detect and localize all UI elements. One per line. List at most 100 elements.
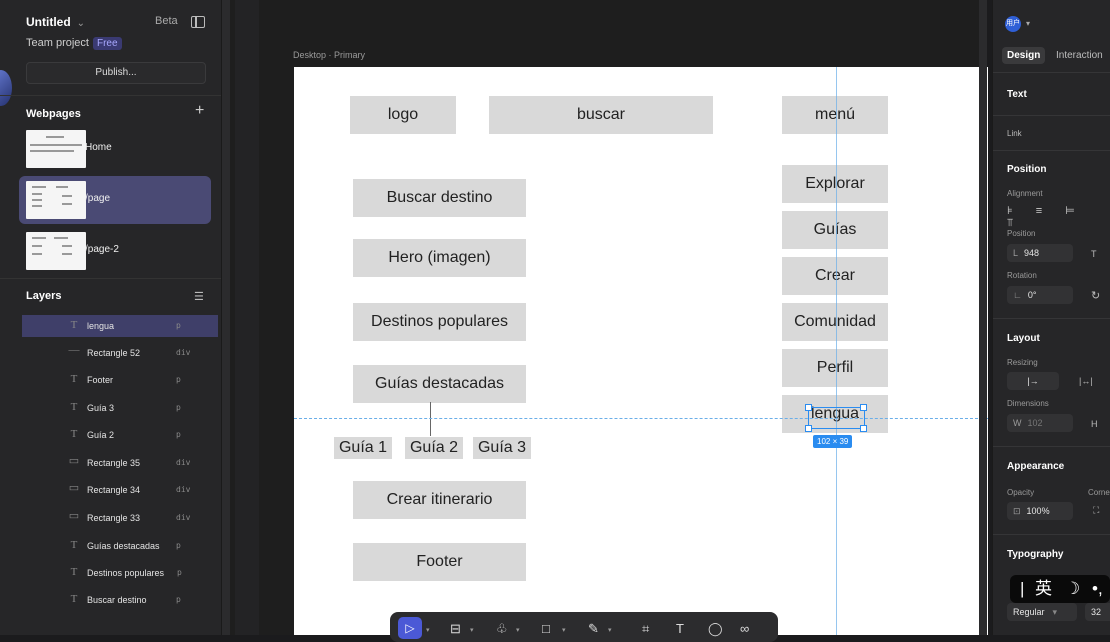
text-tool-icon[interactable]: T <box>676 621 684 636</box>
rectangle-icon: ▭ <box>68 482 80 494</box>
wire-nav-crear[interactable]: Crear <box>782 257 888 295</box>
opacity-field[interactable]: ⊡ 100% <box>1007 502 1073 520</box>
page-item-page-2[interactable]: /page-2 <box>19 227 211 275</box>
chevron-down-icon[interactable]: ⌄ <box>77 18 85 29</box>
wire-search[interactable]: buscar <box>489 96 713 134</box>
resizing-fixed-button[interactable]: |→ <box>1007 372 1059 390</box>
divider <box>993 115 1110 116</box>
panel-toggle-icon[interactable] <box>191 16 205 28</box>
link-label[interactable]: Link <box>1007 129 1022 138</box>
layers-filter-icon[interactable]: ☰ <box>194 290 204 303</box>
page-item-page[interactable]: /page <box>19 176 211 224</box>
page-thumbnail <box>26 181 86 219</box>
ime-toolbar[interactable]: | 英 ☽ •, <box>1010 575 1110 603</box>
wire-create-itinerary[interactable]: Crear itinerario <box>353 481 526 519</box>
layer-row[interactable]: T Guías destacadas p <box>22 535 218 557</box>
divider <box>993 446 1110 447</box>
layer-row[interactable]: T Footer p <box>22 369 218 391</box>
tab-design[interactable]: Design <box>1002 47 1046 64</box>
wire-guide-3[interactable]: Guía 3 <box>473 437 531 459</box>
wire-nav-explorar[interactable]: Explorar <box>782 165 888 203</box>
layer-row[interactable]: T Destinos populares p <box>22 562 218 584</box>
wire-hero[interactable]: Hero (imagen) <box>353 239 526 277</box>
wire-featured-guides[interactable]: Guías destacadas <box>353 365 526 403</box>
publish-button[interactable]: Publish... <box>26 62 206 84</box>
page-label: /page-2 <box>85 244 119 255</box>
avatar[interactable]: 用户 <box>1005 16 1021 32</box>
width-field[interactable]: W 102 <box>1007 414 1073 432</box>
position-section-header: Position <box>1007 164 1047 175</box>
frame-label[interactable]: Desktop · Primary <box>293 50 365 60</box>
moon-icon[interactable]: ☽ <box>1065 575 1080 603</box>
chevron-down-icon[interactable]: ▾ <box>608 626 612 634</box>
wire-guide-1[interactable]: Guía 1 <box>334 437 392 459</box>
punctuation-icon[interactable]: •, <box>1092 575 1103 603</box>
rectangle-icon: ▭ <box>68 510 80 522</box>
text-icon: T <box>70 566 78 578</box>
wire-nav-perfil[interactable]: Perfil <box>782 349 888 387</box>
wire-guide-2[interactable]: Guía 2 <box>405 437 463 459</box>
design-canvas[interactable]: Desktop · Primary logo buscar menú Busca… <box>222 0 988 642</box>
selection-box[interactable] <box>808 407 865 429</box>
text-icon: T <box>70 593 78 605</box>
rotate-icon[interactable]: ↻ <box>1091 289 1100 302</box>
alignment-buttons[interactable]: ⊧ ≡ ⊨ ⫪ <box>1007 204 1110 230</box>
divider <box>993 318 1110 319</box>
divider <box>0 278 221 279</box>
chevron-down-icon[interactable]: ▾ <box>562 626 566 634</box>
position-t-field[interactable]: T <box>1091 249 1097 259</box>
rotation-field[interactable]: ∟ 0° <box>1007 286 1073 304</box>
tab-interaction[interactable]: Interaction <box>1051 47 1108 64</box>
avatar[interactable] <box>0 70 12 106</box>
resize-handle[interactable] <box>805 425 812 432</box>
corner-radius-icon[interactable]: ⛶ <box>1093 505 1099 516</box>
wire-footer[interactable]: Footer <box>353 543 526 581</box>
resize-handle[interactable] <box>805 404 812 411</box>
add-page-icon[interactable]: + <box>195 102 204 120</box>
layer-row[interactable]: ▭ Rectangle 34 div <box>22 479 218 501</box>
font-weight-select[interactable]: Regular ▾ <box>1007 603 1077 621</box>
rectangle-icon: ▭ <box>68 455 80 467</box>
page-thumbnail <box>26 232 86 270</box>
layer-row[interactable]: ▭ Rectangle 35 div <box>22 452 218 474</box>
plan-badge: Free <box>92 37 122 50</box>
height-field[interactable]: H <box>1091 419 1098 429</box>
ime-cursor: | <box>1020 579 1025 598</box>
font-size-field[interactable]: 32 <box>1085 603 1110 621</box>
appearance-section-header: Appearance <box>1007 461 1065 472</box>
layer-row[interactable]: T Guía 3p <box>22 397 218 419</box>
canvas-gutter <box>979 0 987 635</box>
layer-row[interactable]: — Rectangle 52 div <box>22 342 218 364</box>
layer-row[interactable]: T Buscar destino p <box>22 589 218 611</box>
alignment-label: Alignment <box>1007 189 1043 198</box>
chevron-down-icon[interactable]: ▾ <box>470 626 474 634</box>
wire-menu[interactable]: menú <box>782 96 888 134</box>
page-item-home[interactable]: Home <box>19 125 211 173</box>
layer-row[interactable]: Tlengua p <box>22 315 218 337</box>
project-title[interactable]: Untitled ⌄ <box>26 15 85 29</box>
desktop-frame[interactable]: logo buscar menú Buscar destino Hero (im… <box>294 67 988 635</box>
plugins-tool-icon[interactable]: ∞ <box>740 621 749 636</box>
text-icon: T <box>70 428 78 440</box>
wire-logo[interactable]: logo <box>350 96 456 134</box>
line-icon: — <box>68 344 80 356</box>
chevron-down-icon[interactable]: ▾ <box>516 626 520 634</box>
ime-language-toggle[interactable]: 英 <box>1035 575 1052 603</box>
wire-nav-comunidad[interactable]: Comunidad <box>782 303 888 341</box>
layer-row[interactable]: T Guía 2p <box>22 424 218 446</box>
wire-popular-destinations[interactable]: Destinos populares <box>353 303 526 341</box>
chevron-down-icon[interactable]: ▾ <box>1026 19 1030 28</box>
wire-search-destination[interactable]: Buscar destino <box>353 179 526 217</box>
resizing-fill-button[interactable]: |↔| <box>1079 376 1093 386</box>
canvas-gutter <box>235 0 259 635</box>
resize-handle[interactable] <box>860 404 867 411</box>
rectangle-tool-icon[interactable]: □ <box>542 621 550 636</box>
position-l-field[interactable]: L 948 <box>1007 244 1073 262</box>
layer-row[interactable]: ▭ Rectangle 33 div <box>22 507 218 529</box>
page-thumbnail <box>26 130 86 168</box>
select-tool-icon[interactable]: ▷ <box>398 617 422 639</box>
resize-handle[interactable] <box>860 425 867 432</box>
webpages-header: Webpages <box>26 108 81 120</box>
wire-nav-guias[interactable]: Guías <box>782 211 888 249</box>
chevron-down-icon[interactable]: ▾ <box>426 626 430 634</box>
